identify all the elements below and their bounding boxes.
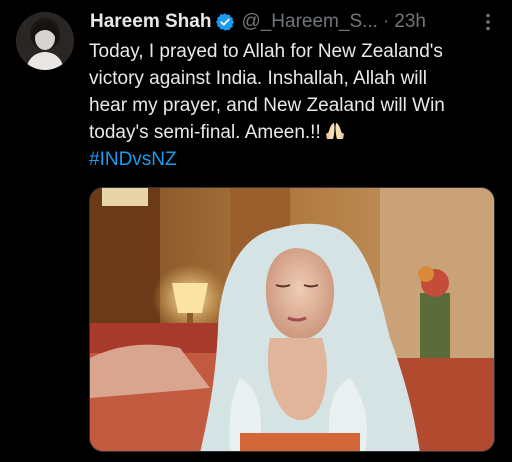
tweet-header: Hareem Shah @_Hareem_S... · 23h xyxy=(90,10,426,34)
handle[interactable]: @_Hareem_S... xyxy=(241,11,378,33)
tweet[interactable]: Hareem Shah @_Hareem_S... · 23h Today, I… xyxy=(0,0,512,462)
separator-dot: · xyxy=(382,11,390,32)
avatar[interactable] xyxy=(16,12,74,70)
display-name[interactable]: Hareem Shah xyxy=(90,11,211,33)
tweet-media-image[interactable] xyxy=(89,187,495,452)
tweet-text-line: victory against India. Inshallah, Allah … xyxy=(89,68,427,89)
tweet-text: Today, I prayed to Allah for New Zealand… xyxy=(89,38,501,173)
tweet-text-line-last: today's semi-final. Ameen.!! xyxy=(89,119,501,146)
verified-badge-icon xyxy=(215,12,235,32)
timestamp[interactable]: 23h xyxy=(394,11,426,33)
hashtag-link[interactable]: #INDvsNZ xyxy=(89,146,501,173)
more-options-icon[interactable] xyxy=(478,12,498,32)
tweet-text-line-content: today's semi-final. Ameen.!! xyxy=(89,122,321,143)
folded-hands-emoji xyxy=(324,121,346,141)
tweet-text-line: Today, I prayed to Allah for New Zealand… xyxy=(89,41,443,62)
tweet-text-line: hear my prayer, and New Zealand will Win xyxy=(89,95,445,116)
